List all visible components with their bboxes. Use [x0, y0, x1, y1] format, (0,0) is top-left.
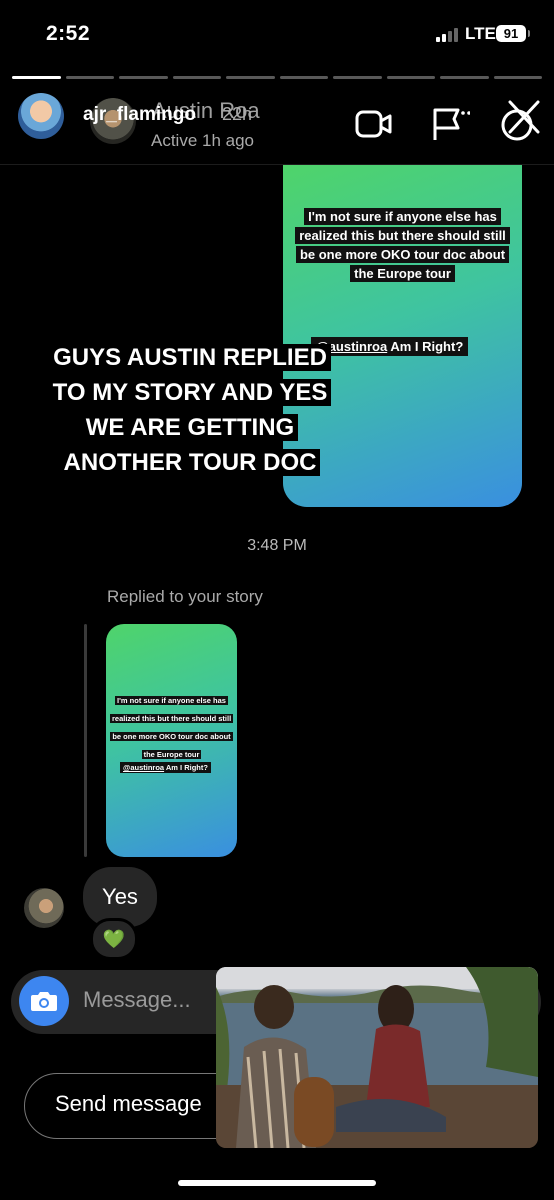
sender-avatar[interactable]	[24, 888, 64, 928]
home-indicator	[178, 1180, 376, 1186]
video-call-icon[interactable]	[354, 104, 394, 144]
message-input[interactable]: Message...	[83, 987, 191, 1013]
network-type: LTE	[465, 24, 496, 43]
story-progress-bar	[12, 76, 542, 79]
story-owner-username[interactable]: ajr_flamingo	[83, 104, 196, 126]
reply-indicator-bar	[84, 624, 87, 857]
story-caption: I'm not sure if anyone else has realized…	[295, 208, 510, 282]
thumbnail-caption: I'm not sure if anyone else has realized…	[110, 696, 234, 759]
camera-button[interactable]	[19, 976, 69, 1026]
story-time: 22h	[222, 104, 253, 124]
picture-in-picture-video[interactable]	[216, 967, 538, 1148]
close-icon[interactable]	[498, 98, 542, 142]
signal-icon	[436, 28, 460, 42]
message-timestamp: 3:48 PM	[247, 537, 307, 554]
story-overlay-text: GUYS AUSTIN REPLIED TO MY STORY AND YES …	[40, 340, 340, 480]
story-owner-avatar[interactable]	[18, 93, 64, 139]
replied-story-thumbnail[interactable]: I'm not sure if anyone else has realized…	[106, 624, 237, 857]
battery-icon: 91	[496, 25, 530, 42]
heart-reaction[interactable]: 💚	[90, 918, 138, 960]
replied-label: Replied to your story	[107, 587, 263, 606]
thumbnail-mention: @austinroa Am I Right?	[120, 762, 211, 773]
camera-icon	[31, 992, 57, 1011]
flag-icon[interactable]	[430, 104, 470, 144]
video-frame-image	[216, 967, 538, 1148]
active-status: Active 1h ago	[151, 131, 255, 150]
status-time: 2:52	[46, 22, 91, 45]
send-message-label: Send message	[55, 1091, 202, 1116]
